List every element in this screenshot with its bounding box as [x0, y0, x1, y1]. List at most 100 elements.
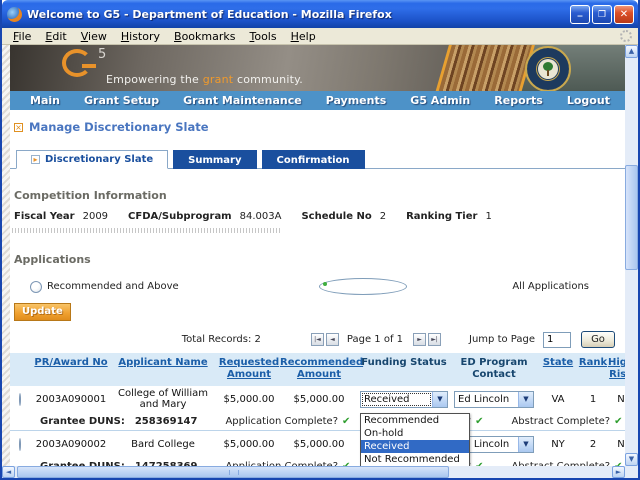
header-pr-award-no[interactable]: PR/Award No: [34, 357, 108, 369]
go-button[interactable]: Go: [581, 331, 615, 348]
rank: 2: [578, 439, 608, 450]
scroll-right-icon[interactable]: ►: [612, 466, 625, 478]
menu-help[interactable]: Help: [284, 29, 323, 44]
vertical-scroll-thumb[interactable]: [625, 165, 638, 270]
table-row: 2003A090002 Bard College $5,000.00 $5,00…: [10, 430, 625, 466]
applications-heading: Applications: [14, 253, 625, 266]
window-title: Welcome to G5 - Department of Education …: [27, 8, 568, 21]
chevron-down-icon[interactable]: [518, 437, 533, 452]
next-page-button[interactable]: ►: [413, 333, 426, 346]
requested-amount: $5,000.00: [218, 394, 280, 405]
jump-to-page-input[interactable]: [543, 332, 571, 348]
menu-view[interactable]: View: [74, 29, 114, 44]
g5-logo: 5: [62, 49, 96, 81]
option-recommended[interactable]: Recommended: [361, 414, 469, 427]
page-title: Manage Discretionary Slate: [29, 120, 209, 134]
nav-logout[interactable]: Logout: [567, 94, 610, 107]
left-edge-stripe: [2, 45, 10, 466]
state: NY: [538, 439, 578, 450]
ed-program-contact-value: Ed Lincoln: [455, 392, 518, 407]
nav-payments[interactable]: Payments: [326, 94, 387, 107]
page-indicator: Page 1 of 1: [347, 334, 403, 345]
nav-grant-maintenance[interactable]: Grant Maintenance: [183, 94, 302, 107]
applicant-name: College of William and Mary: [108, 388, 218, 410]
menu-bookmarks[interactable]: Bookmarks: [167, 29, 242, 44]
horizontal-scroll-track[interactable]: [15, 466, 612, 478]
ranking-tier-label: Ranking Tier: [406, 211, 477, 222]
horizontal-scrollbar[interactable]: ◄ ►: [2, 466, 638, 478]
applications-table: PR/Award No Applicant Name Requested Amo…: [10, 353, 625, 466]
tagline-accent: grant: [203, 73, 234, 86]
dept-of-education-seal: [525, 46, 571, 91]
schedule-no-value: 2: [380, 211, 386, 222]
header-high-risk[interactable]: High Risk: [608, 357, 625, 381]
row-select-radio[interactable]: [19, 438, 21, 451]
menu-edit[interactable]: Edit: [38, 29, 73, 44]
g5-logo-number: 5: [98, 47, 106, 62]
vertical-scrollbar[interactable]: ▲ ▼: [625, 45, 638, 466]
header-requested-amount[interactable]: Requested Amount: [218, 357, 280, 381]
header-ed-program-contact: ED Program Contact: [450, 357, 538, 381]
nav-grant-setup[interactable]: Grant Setup: [84, 94, 159, 107]
bookshelf-image: [434, 45, 536, 91]
divider: [12, 228, 280, 233]
abstract-complete-label: Abstract Complete?: [511, 416, 610, 427]
minimize-button[interactable]: [570, 5, 590, 24]
horizontal-scroll-thumb[interactable]: [17, 466, 449, 478]
row-select-radio[interactable]: [19, 393, 21, 406]
high-risk: N: [608, 394, 625, 405]
close-button[interactable]: [614, 5, 634, 24]
option-on-hold[interactable]: On-hold: [361, 427, 469, 440]
application-complete-label: Application Complete?: [225, 416, 338, 427]
nav-reports[interactable]: Reports: [494, 94, 543, 107]
grantee-duns-value: 258369147: [135, 416, 198, 427]
chevron-down-icon[interactable]: [432, 392, 447, 407]
header-applicant-name[interactable]: Applicant Name: [108, 357, 218, 369]
menu-bar: File Edit View History Bookmarks Tools H…: [2, 28, 638, 45]
table-row: 2003A090001 College of William and Mary …: [10, 386, 625, 430]
header-rank[interactable]: Rank: [578, 357, 608, 369]
check-icon: [614, 461, 622, 467]
award-no: 2003A090001: [34, 394, 108, 405]
scroll-left-icon[interactable]: ◄: [2, 466, 15, 478]
schedule-no-label: Schedule No: [301, 211, 371, 222]
header-recommended-amount[interactable]: Recommended Amount: [280, 357, 358, 381]
radio-all-applications[interactable]: [319, 278, 407, 295]
update-button[interactable]: Update: [14, 303, 71, 321]
check-icon: [614, 416, 622, 427]
check-icon: [475, 416, 483, 427]
menu-file[interactable]: File: [6, 29, 38, 44]
menu-history[interactable]: History: [114, 29, 167, 44]
recommended-amount: $5,000.00: [280, 394, 358, 405]
state: VA: [538, 394, 578, 405]
page-content: × Manage Discretionary Slate ▸ Discretio…: [10, 120, 625, 466]
radio-recommended-and-above[interactable]: [30, 281, 42, 293]
last-page-button[interactable]: ►|: [428, 333, 441, 346]
g5-logo-bar: [82, 64, 96, 68]
recommended-amount: $5,000.00: [280, 439, 358, 450]
tagline-post: community.: [233, 73, 303, 86]
pagination-bar: Total Records: 2 |◄ ◄ Page 1 of 1 ► ►| J…: [10, 331, 615, 348]
tab-confirmation[interactable]: Confirmation: [262, 150, 365, 169]
maximize-button[interactable]: [592, 5, 612, 24]
option-received[interactable]: Received: [361, 440, 469, 453]
vertical-scroll-track[interactable]: [625, 58, 638, 453]
chevron-down-icon[interactable]: [518, 392, 533, 407]
first-page-button[interactable]: |◄: [311, 333, 324, 346]
funding-status-select[interactable]: Received: [360, 391, 448, 408]
option-not-recommended[interactable]: Not Recommended: [361, 453, 469, 466]
tab-summary[interactable]: Summary: [173, 150, 256, 169]
scroll-up-icon[interactable]: ▲: [625, 45, 638, 58]
tab-bar: ▸ Discretionary Slate Summary Confirmati…: [16, 150, 625, 169]
header-state[interactable]: State: [538, 357, 578, 369]
nav-g5-admin[interactable]: G5 Admin: [410, 94, 470, 107]
ed-program-contact-select[interactable]: Ed Lincoln: [454, 391, 534, 408]
prev-page-button[interactable]: ◄: [326, 333, 339, 346]
menu-tools[interactable]: Tools: [242, 29, 283, 44]
banner-tagline: Empowering the grant community.: [106, 73, 303, 86]
radio-recommended-label: Recommended and Above: [47, 281, 179, 292]
tab-discretionary-slate[interactable]: ▸ Discretionary Slate: [16, 150, 168, 169]
nav-main[interactable]: Main: [30, 94, 60, 107]
page-title-icon: ×: [14, 123, 23, 132]
scroll-down-icon[interactable]: ▼: [625, 453, 638, 466]
